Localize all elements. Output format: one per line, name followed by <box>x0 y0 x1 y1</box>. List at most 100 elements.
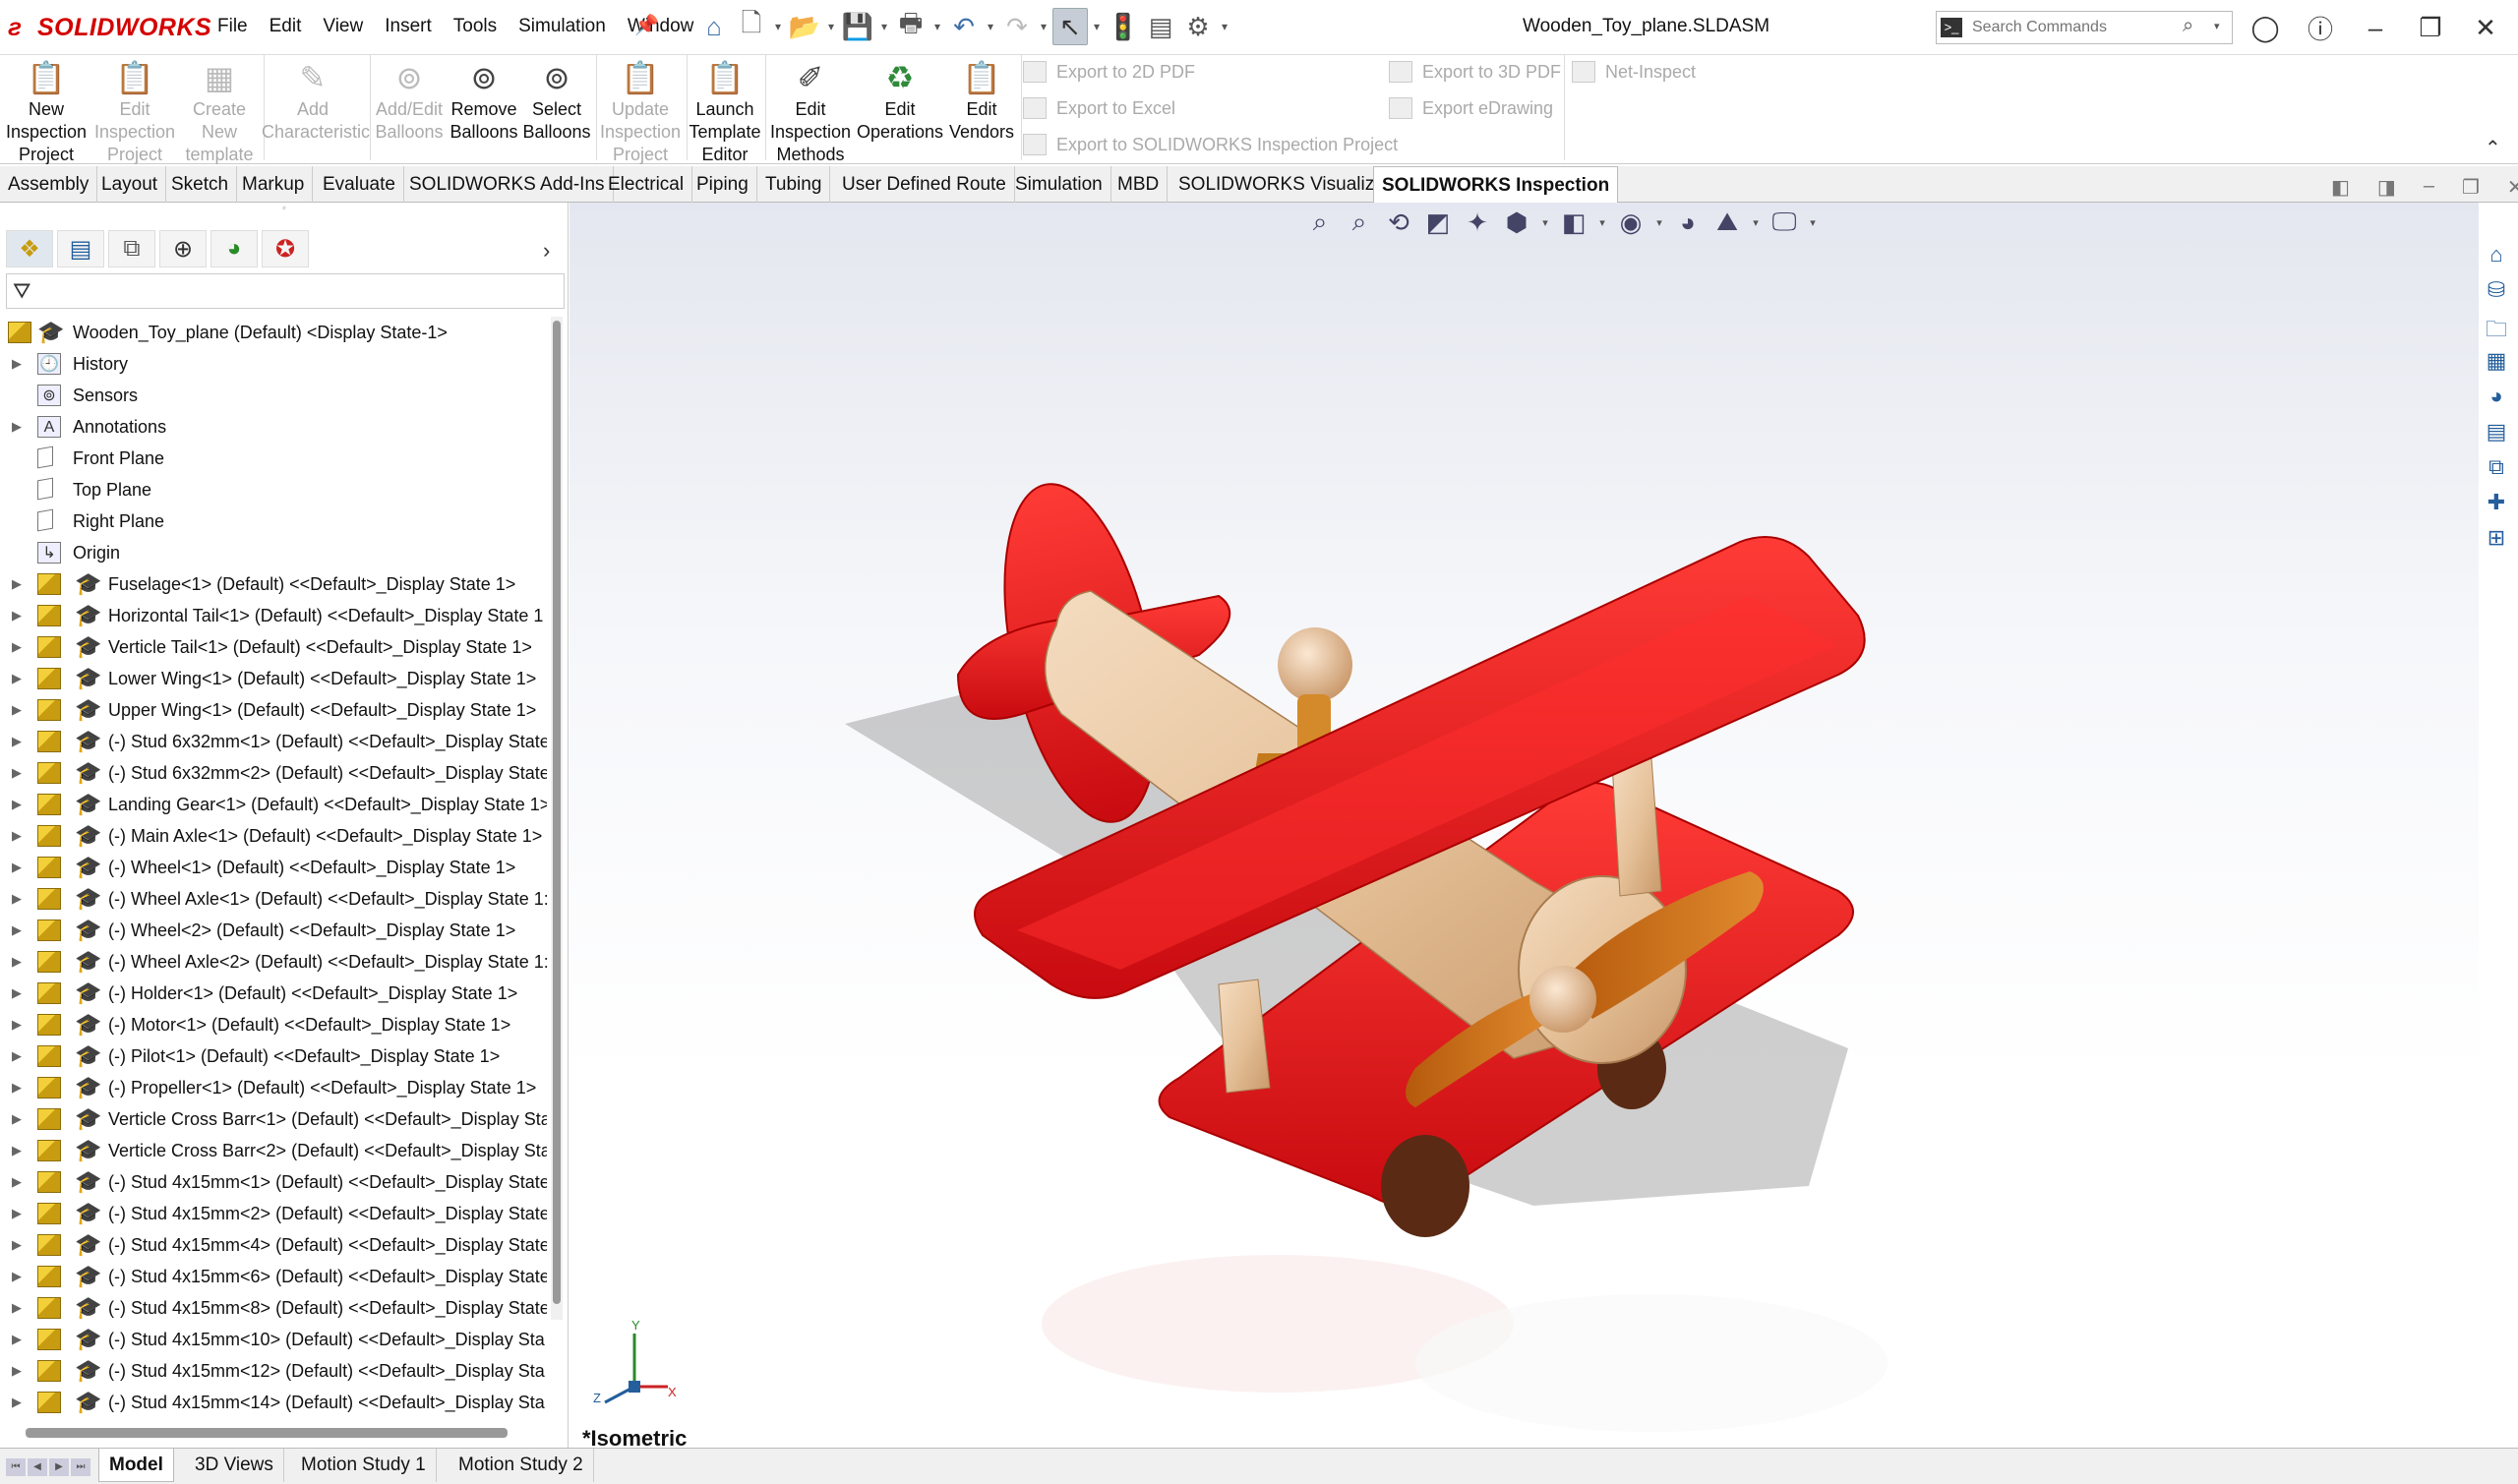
tab-model[interactable]: Model <box>98 1449 174 1482</box>
print-dropdown-icon[interactable]: ▾ <box>930 20 944 33</box>
export-sw-inspection-button[interactable]: Export to SOLIDWORKS Inspection Project <box>1023 134 1398 155</box>
export-3d-pdf-button[interactable]: Export to 3D PDF <box>1389 61 1561 83</box>
tree-component-row[interactable]: ▶ 🎓 (-) Stud 6x32mm<1> (Default) <<Default… <box>0 726 547 757</box>
expand-arrow-icon[interactable]: ▶ <box>12 1040 22 1072</box>
tree-component-row[interactable]: ▶ 🎓 Landing Gear<1> (Default) <<Default>_D… <box>0 789 547 820</box>
feature-manager-tab-icon[interactable]: ❖ <box>6 230 53 267</box>
expand-arrow-icon[interactable]: ▶ <box>12 348 22 380</box>
menu-tools[interactable]: Tools <box>443 16 508 37</box>
open-folder-icon[interactable]: 📂 <box>787 8 822 45</box>
view-orientation-icon[interactable]: ⬢ <box>1500 208 1533 238</box>
expand-arrow-icon[interactable]: ▶ <box>12 600 22 631</box>
tab-electrical[interactable]: Electrical <box>600 166 693 203</box>
expand-arrow-icon[interactable]: ▶ <box>12 1072 22 1103</box>
edit-inspection-project-button[interactable]: 📋 Edit Inspection Project <box>92 57 177 166</box>
home-icon[interactable]: ⌂ <box>696 8 732 45</box>
menu-insert[interactable]: Insert <box>374 16 443 37</box>
tab-addins[interactable]: SOLIDWORKS Add-Ins <box>401 166 614 203</box>
appearances-icon[interactable]: ◕ <box>2479 384 2514 417</box>
tab-tubing[interactable]: Tubing <box>757 166 831 203</box>
new-document-icon[interactable]: 🗋 <box>734 8 769 45</box>
tree-component-row[interactable]: ▶ 🎓 Verticle Cross Barr<1> (Default) <<Def… <box>0 1103 547 1135</box>
expand-arrow-icon[interactable]: ▶ <box>12 978 22 1009</box>
tab-user-defined-route[interactable]: User Defined Route <box>834 166 1015 203</box>
file-explorer-icon[interactable]: 🗀 <box>2479 313 2514 346</box>
collapse-ribbon-icon[interactable]: ⌃ <box>2485 136 2501 160</box>
edit-operations-button[interactable]: ♻ Edit Operations <box>856 57 944 144</box>
export-excel-button[interactable]: Export to Excel <box>1023 97 1175 119</box>
menu-view[interactable]: View <box>312 16 374 37</box>
select-cursor-icon[interactable]: ↖ <box>1052 8 1088 45</box>
dock-left-icon[interactable]: ◧ <box>2331 175 2350 200</box>
search-dropdown-icon[interactable]: ▾ <box>2214 20 2220 32</box>
tree-component-row[interactable]: ▶ 🎓 Horizontal Tail<1> (Default) <<Default… <box>0 600 547 631</box>
tree-component-row[interactable]: ▶ 🎓 Fuselage<1> (Default) <<Default>_Displ… <box>0 568 547 600</box>
undo-icon[interactable]: ↶ <box>946 8 982 45</box>
expand-arrow-icon[interactable]: ▶ <box>12 1387 22 1418</box>
tree-component-row[interactable]: ▶ 🎓 (-) Propeller<1> (Default) <<Default>_… <box>0 1072 547 1103</box>
tree-component-row[interactable]: ▶ 🎓 (-) Motor<1> (Default) <<Default>_Disp… <box>0 1009 547 1040</box>
tab-sketch[interactable]: Sketch <box>163 166 238 203</box>
help-icon[interactable]: ⓘ <box>2300 10 2341 45</box>
expand-arrow-icon[interactable]: ▶ <box>12 820 22 852</box>
user-account-icon[interactable]: ◯ <box>2245 10 2286 45</box>
open-dropdown-icon[interactable]: ▾ <box>824 20 838 33</box>
edit-appearance-icon[interactable]: ◕ <box>1671 208 1705 238</box>
last-tab-icon[interactable]: ⏭ <box>71 1458 90 1476</box>
add-characteristic-button[interactable]: ✎ Add Characteristic <box>262 57 370 144</box>
zoom-to-fit-icon[interactable]: ⌕ <box>1303 207 1337 238</box>
hide-show-items-icon[interactable]: ◉ <box>1614 208 1648 238</box>
tree-component-row[interactable]: ▶ 🎓 (-) Stud 4x15mm<14> (Default) <<Defaul… <box>0 1387 547 1418</box>
tab-simulation[interactable]: Simulation <box>1007 166 1111 203</box>
solidworks-resources-icon[interactable]: ⌂ <box>2479 242 2514 275</box>
tree-component-row[interactable]: ▶ 🎓 Verticle Tail<1> (Default) <<Default>_… <box>0 631 547 663</box>
pin-icon[interactable]: 📌 <box>634 13 659 36</box>
display-manager-tab-icon[interactable]: ◕ <box>210 230 258 267</box>
tab-inspection[interactable]: SOLIDWORKS Inspection <box>1373 166 1619 203</box>
doc-minimize-icon[interactable]: – <box>2424 175 2434 200</box>
tree-root[interactable]: 🎓 Wooden_Toy_plane (Default) <Display St… <box>0 317 547 348</box>
tab-motion-study-1[interactable]: Motion Study 1 <box>291 1449 437 1482</box>
graphics-viewport[interactable]: Y X Z <box>570 203 2479 1448</box>
expand-arrow-icon[interactable]: ▶ <box>12 631 22 663</box>
tree-component-row[interactable]: ▶ 🎓 (-) Stud 4x15mm<12> (Default) <<Defaul… <box>0 1355 547 1387</box>
tree-component-row[interactable]: ▶ 🎓 (-) Stud 4x15mm<8> (Default) <<Default… <box>0 1292 547 1324</box>
tree-component-row[interactable]: ▶ 🎓 (-) Stud 4x15mm<4> (Default) <<Default… <box>0 1229 547 1261</box>
save-icon[interactable]: 💾 <box>840 8 875 45</box>
first-tab-icon[interactable]: ⏮ <box>6 1458 26 1476</box>
search-commands[interactable]: >_ ⌕ ▾ <box>1936 11 2233 44</box>
menu-window[interactable]: Window <box>617 16 705 37</box>
update-inspection-project-button[interactable]: 📋 Update Inspection Project <box>596 57 685 166</box>
tree-component-row[interactable]: ▶ 🎓 (-) Stud 4x15mm<6> (Default) <<Default… <box>0 1261 547 1292</box>
tree-item[interactable]: ▶ 🕘 History <box>0 348 547 380</box>
edit-vendors-button[interactable]: 📋 Edit Vendors <box>944 57 1019 144</box>
tab-assembly[interactable]: Assembly <box>0 166 98 203</box>
tree-item[interactable]: ▶ A Annotations <box>0 411 547 443</box>
tab-motion-study-2[interactable]: Motion Study 2 <box>449 1449 594 1482</box>
property-manager-tab-icon[interactable]: ▤ <box>57 230 104 267</box>
dimxpert-tab-icon[interactable]: ⊕ <box>159 230 207 267</box>
tree-component-row[interactable]: ▶ 🎓 (-) Stud 4x15mm<2> (Default) <<Default… <box>0 1198 547 1229</box>
toy-plane-model[interactable] <box>570 203 2479 1448</box>
view-orientation-dropdown-icon[interactable]: ▾ <box>1539 216 1551 229</box>
search-input[interactable] <box>1972 17 2159 38</box>
tab-layout[interactable]: Layout <box>93 166 167 203</box>
view-settings-dropdown-icon[interactable]: ▾ <box>1807 216 1819 229</box>
select-dropdown-icon[interactable]: ▾ <box>1090 20 1104 33</box>
tree-component-row[interactable]: ▶ 🎓 (-) Wheel Axle<1> (Default) <<Default>… <box>0 883 547 915</box>
minimize-icon[interactable]: – <box>2355 10 2396 45</box>
tree-component-row[interactable]: ▶ 🎓 (-) Stud 6x32mm<2> (Default) <<Default… <box>0 757 547 789</box>
expand-arrow-icon[interactable]: ▶ <box>12 883 22 915</box>
doc-restore-icon[interactable]: ❐ <box>2462 175 2480 200</box>
redo-icon[interactable]: ↷ <box>999 8 1035 45</box>
tree-horizontal-scrollbar[interactable] <box>26 1428 508 1438</box>
tree-component-row[interactable]: ▶ 🎓 (-) Stud 4x15mm<1> (Default) <<Default… <box>0 1166 547 1198</box>
menu-simulation[interactable]: Simulation <box>508 16 617 37</box>
expand-arrow-icon[interactable]: ▶ <box>12 1103 22 1135</box>
print-icon[interactable]: 🖶 <box>893 8 929 45</box>
configuration-manager-tab-icon[interactable]: ⧉ <box>108 230 155 267</box>
tab-mbd[interactable]: MBD <box>1109 166 1169 203</box>
prev-tab-icon[interactable]: ◀ <box>28 1458 47 1476</box>
custom-properties-icon[interactable]: ▤ <box>2479 419 2514 452</box>
tab-evaluate[interactable]: Evaluate <box>315 166 404 203</box>
